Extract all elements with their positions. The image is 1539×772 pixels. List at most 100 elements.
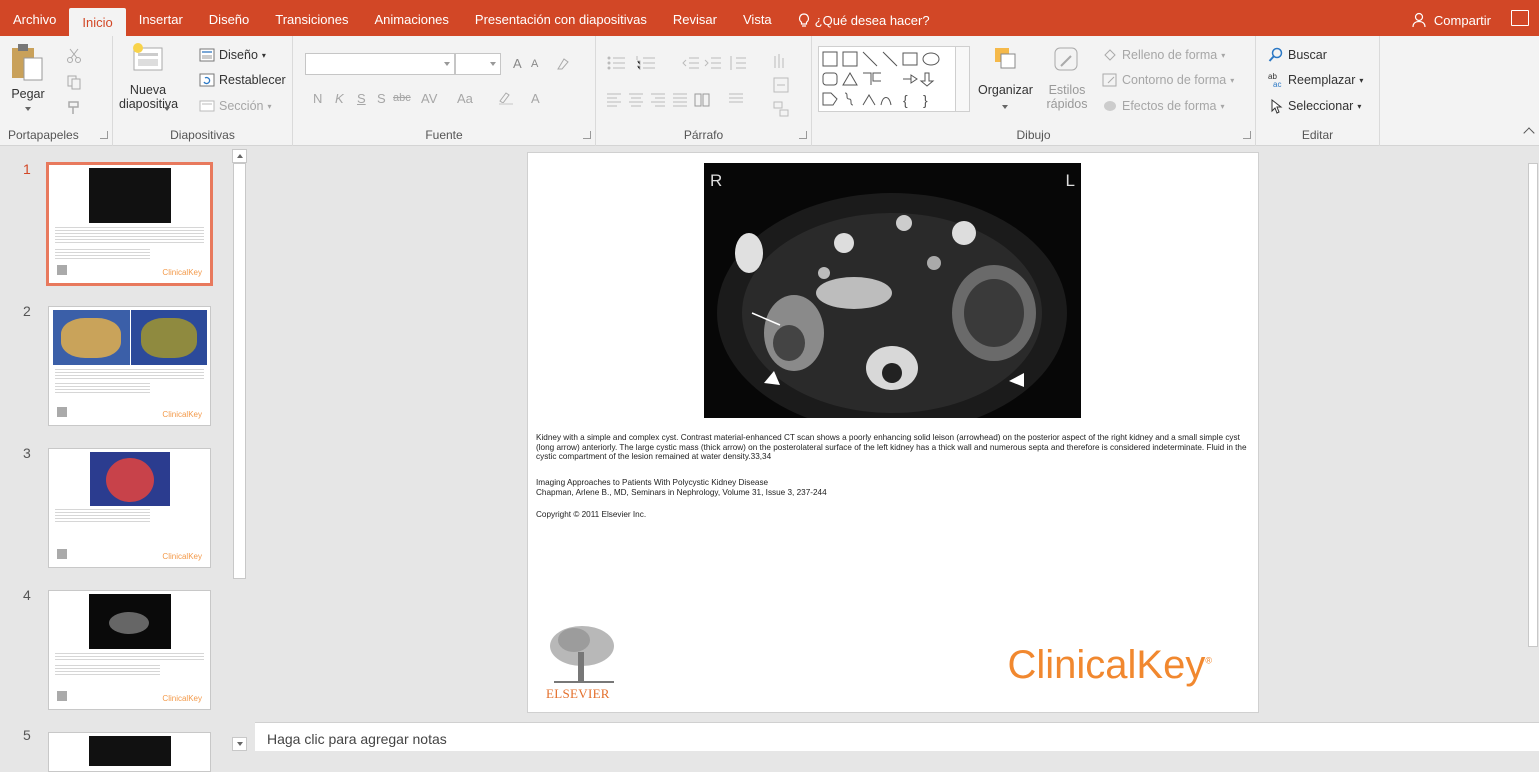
- italic-button[interactable]: K: [335, 91, 344, 106]
- highlight-icon[interactable]: [497, 90, 515, 106]
- scrollbar-thumb[interactable]: [233, 163, 246, 579]
- font-size-combo[interactable]: [455, 53, 501, 75]
- svg-text:}: }: [923, 92, 928, 108]
- font-launcher[interactable]: [583, 131, 591, 139]
- tab-inicio[interactable]: Inicio: [69, 8, 126, 36]
- new-slide-caret[interactable]: [164, 107, 170, 111]
- tab-archivo[interactable]: Archivo: [0, 0, 69, 36]
- replace-button[interactable]: ab ac Reemplazar ▾: [1268, 72, 1363, 88]
- reset-button[interactable]: Restablecer: [199, 72, 286, 88]
- copy-icon[interactable]: [66, 74, 82, 90]
- align-right-icon[interactable]: [650, 93, 666, 107]
- ribbon-tab-bar: Archivo Inicio Insertar Diseño Transicio…: [0, 0, 1539, 36]
- font-name-combo[interactable]: [305, 53, 455, 75]
- tab-transiciones[interactable]: Transiciones: [262, 0, 361, 36]
- columns-menu-icon[interactable]: [728, 93, 744, 107]
- scroll-up-arrow[interactable]: [232, 149, 247, 163]
- align-center-icon[interactable]: [628, 93, 644, 107]
- slide-caption[interactable]: Kidney with a simple and complex cyst. C…: [536, 433, 1248, 462]
- registered-mark: ®: [1205, 655, 1212, 666]
- justify-icon[interactable]: [672, 93, 688, 107]
- shadow-button[interactable]: S: [377, 91, 386, 106]
- slide-number: 1: [23, 161, 31, 177]
- shapes-gallery[interactable]: {}: [818, 46, 970, 112]
- article-title[interactable]: Imaging Approaches to Patients With Poly…: [536, 478, 768, 487]
- person-icon: [1412, 12, 1426, 28]
- change-case-button[interactable]: Aa: [457, 91, 473, 106]
- share-button[interactable]: Compartir: [1412, 0, 1491, 36]
- chevron-down-icon: ▾: [1357, 101, 1362, 111]
- bullets-icon[interactable]: [606, 55, 628, 71]
- notes-pane[interactable]: Haga clic para agregar notas: [255, 722, 1539, 751]
- tab-diseno[interactable]: Diseño: [196, 0, 262, 36]
- current-slide[interactable]: R L Kidney with a simple and complex cys…: [527, 152, 1259, 713]
- paste-dropdown-caret[interactable]: [25, 107, 31, 111]
- tab-animaciones[interactable]: Animaciones: [361, 0, 461, 36]
- quick-styles-button[interactable]: Estilos rápidos: [1038, 44, 1096, 124]
- shape-outline-label: Contorno de forma: [1122, 73, 1227, 87]
- find-button[interactable]: Buscar: [1268, 47, 1327, 63]
- shape-outline-button[interactable]: Contorno de forma ▾: [1102, 72, 1234, 88]
- shape-fill-button[interactable]: Relleno de forma ▾: [1102, 47, 1225, 63]
- bold-button[interactable]: N: [313, 91, 322, 106]
- main-scrollbar[interactable]: [1527, 147, 1539, 722]
- comments-icon[interactable]: [1511, 10, 1529, 26]
- increase-indent-icon[interactable]: [704, 55, 722, 71]
- clipboard-launcher[interactable]: [100, 131, 108, 139]
- tab-vista[interactable]: Vista: [730, 0, 785, 36]
- select-button[interactable]: Seleccionar ▾: [1268, 98, 1361, 114]
- paste-button[interactable]: Pegar: [8, 42, 48, 118]
- thumbnail-scrollbar[interactable]: [231, 149, 248, 751]
- tab-presentacion[interactable]: Presentación con diapositivas: [462, 0, 660, 36]
- arrange-icon: [995, 48, 1016, 69]
- section-icon: [199, 100, 215, 112]
- section-button[interactable]: Sección ▾: [199, 98, 272, 114]
- copyright-text[interactable]: Copyright © 2011 Elsevier Inc.: [536, 510, 646, 519]
- decrease-indent-icon[interactable]: [682, 55, 700, 71]
- arrange-button[interactable]: Organizar: [978, 44, 1033, 124]
- clear-formatting-icon[interactable]: [555, 56, 571, 72]
- slide-thumbnail-3[interactable]: ClinicalKey: [48, 448, 211, 568]
- chevron-down-icon: ▾: [267, 101, 272, 111]
- shrink-font-button[interactable]: A: [531, 58, 538, 70]
- slide-thumbnail-4[interactable]: ClinicalKey: [48, 590, 211, 710]
- ct-scan-graphic: [717, 193, 1067, 418]
- ct-scan-image[interactable]: R L: [704, 163, 1081, 418]
- strikethrough-button[interactable]: abc: [393, 92, 411, 104]
- char-spacing-button[interactable]: AV: [421, 91, 437, 106]
- columns-icon[interactable]: [694, 93, 710, 107]
- scroll-down-arrow[interactable]: [232, 737, 247, 751]
- numbering-icon[interactable]: [636, 55, 658, 71]
- elsevier-logo: ELSEVIER: [544, 622, 624, 702]
- main-scrollbar-thumb[interactable]: [1528, 163, 1538, 647]
- shape-effects-button[interactable]: Efectos de forma ▾: [1102, 98, 1225, 114]
- tab-insertar[interactable]: Insertar: [126, 0, 196, 36]
- font-color-button[interactable]: A: [531, 91, 540, 106]
- grow-font-button[interactable]: A: [513, 56, 522, 71]
- align-text-icon[interactable]: [772, 76, 790, 94]
- paragraph-launcher[interactable]: [799, 131, 807, 139]
- slide-thumbnail-2[interactable]: ClinicalKey: [48, 306, 211, 426]
- ct-left-label: L: [1065, 171, 1075, 190]
- gallery-scroll[interactable]: [955, 47, 969, 111]
- smartart-icon[interactable]: [772, 100, 790, 118]
- layout-button[interactable]: Diseño ▾: [199, 47, 266, 63]
- format-painter-icon[interactable]: [66, 100, 82, 116]
- slide-thumbnail-5[interactable]: [48, 732, 211, 772]
- reset-icon: [199, 73, 215, 87]
- align-left-icon[interactable]: [606, 93, 622, 107]
- tell-me-box[interactable]: ¿Qué desea hacer?: [785, 0, 943, 36]
- article-citation[interactable]: Chapman, Arlene B., MD, Seminars in Neph…: [536, 488, 827, 497]
- text-direction-icon[interactable]: [772, 52, 790, 70]
- underline-button[interactable]: S: [357, 91, 366, 106]
- thumbnail-image: [89, 594, 171, 649]
- quick-styles-label-2: rápidos: [1046, 97, 1088, 111]
- slide-thumbnail-1[interactable]: ClinicalKey: [46, 162, 213, 286]
- collapse-ribbon-icon[interactable]: [1523, 127, 1535, 139]
- line-spacing-icon[interactable]: [728, 55, 748, 71]
- pencil-icon: [1102, 73, 1117, 87]
- clipboard-icon: [12, 44, 43, 81]
- tab-revisar[interactable]: Revisar: [660, 0, 730, 36]
- drawing-launcher[interactable]: [1243, 131, 1251, 139]
- cut-icon[interactable]: [66, 48, 82, 64]
